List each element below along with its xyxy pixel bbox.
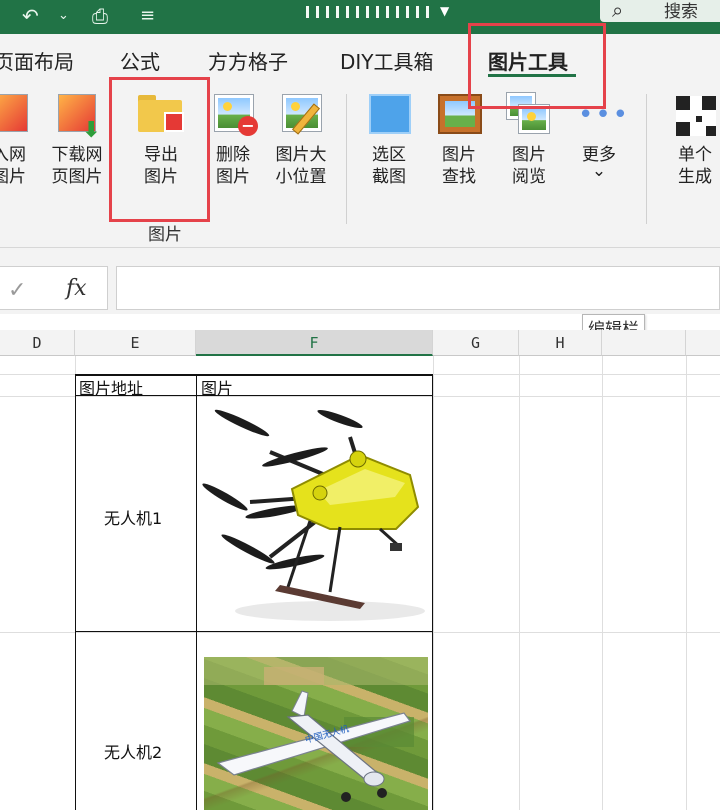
column-header-h[interactable]: H	[519, 330, 602, 356]
ribbon-group-label: 图片	[148, 225, 182, 245]
formula-bar	[0, 248, 720, 314]
column-header-j[interactable]	[686, 330, 720, 356]
column-header-d[interactable]: D	[0, 330, 75, 356]
undo-icon[interactable]: ↶	[22, 2, 39, 30]
insert-function-icon[interactable]: fx	[66, 276, 87, 301]
ribbon-separator	[646, 94, 647, 224]
highlight-picture-tools-tab	[468, 23, 606, 109]
grid-line	[433, 356, 434, 810]
search-box[interactable]: ⌕ 搜索	[600, 0, 720, 22]
drone-1-image[interactable]	[200, 397, 430, 627]
table-border	[75, 631, 433, 632]
column-header-f[interactable]: F	[196, 330, 433, 356]
print-preview-icon[interactable]: ⎙	[92, 2, 108, 30]
column-header-g[interactable]: G	[433, 330, 519, 356]
tab-diy-toolbox[interactable]: DIY工具箱	[340, 46, 434, 75]
button-label: 图片 阅览	[512, 145, 546, 187]
ribbon-tabs: 页面布局 公式 方方格子 DIY工具箱 图片工具	[0, 34, 720, 84]
chevron-down-icon[interactable]: ⌄	[58, 2, 69, 30]
table-border	[432, 374, 433, 810]
customize-toolbar-icon[interactable]: ≡	[140, 2, 155, 30]
qr-code-icon	[672, 92, 718, 138]
drone-2-image[interactable]: 中国无人机	[204, 657, 428, 810]
chevron-down-icon: ⌄	[591, 161, 607, 181]
download-picture-icon: ⬇	[54, 92, 100, 143]
column-header-i[interactable]	[602, 330, 686, 356]
generate-single-qr-button[interactable]: 单个 生成	[664, 92, 720, 188]
window-title	[306, 6, 436, 18]
header-cell-picture[interactable]: 图片	[201, 375, 233, 399]
ribbon-panel: 入网 图片 ⬇ 下载网 页图片 导出 图片 − 删除 图片 图片大 小位置 选区…	[0, 84, 720, 248]
grid-line	[519, 356, 520, 810]
button-label: 入网 图片	[0, 145, 26, 187]
button-label: 图片大 小位置	[275, 145, 327, 187]
download-web-pictures-button[interactable]: ⬇ 下载网 页图片	[46, 92, 108, 188]
table-border	[196, 374, 197, 810]
delete-picture-icon: −	[210, 92, 258, 138]
picture-size-position-button[interactable]: 图片大 小位置	[270, 92, 332, 188]
ribbon-separator	[346, 94, 347, 224]
button-label: 下载网 页图片	[51, 145, 103, 187]
title-chevron-icon[interactable]: ▼	[440, 4, 449, 18]
title-bar: ↶ ⌄ ⎙ ≡ ▼ ⌕ 搜索	[0, 0, 720, 34]
cell-drone-1[interactable]: 无人机1	[104, 505, 162, 529]
delete-picture-button[interactable]: − 删除 图片	[202, 92, 264, 188]
button-label: 选区 截图	[372, 145, 406, 187]
grid-line	[0, 632, 720, 633]
button-label: 图片 查找	[442, 145, 476, 187]
insert-web-picture-button[interactable]: 入网 图片	[0, 92, 40, 188]
table-border	[75, 374, 76, 810]
search-icon: ⌕	[612, 0, 624, 22]
button-label: 删除 图片	[216, 145, 250, 187]
highlight-export-button	[109, 77, 210, 222]
search-label: 搜索	[664, 2, 698, 22]
grid-line	[686, 356, 687, 810]
button-label: 单个 生成	[678, 145, 712, 187]
formula-input[interactable]	[116, 266, 720, 310]
web-picture-icon	[0, 92, 32, 138]
grid-line	[602, 356, 603, 810]
confirm-check-icon[interactable]: ✓	[8, 278, 26, 303]
yellow-drone-illustration	[202, 409, 425, 621]
picture-edit-icon	[278, 92, 324, 138]
tab-page-layout[interactable]: 页面布局	[0, 46, 74, 75]
cell-drone-2[interactable]: 无人机2	[104, 739, 162, 763]
column-header-e[interactable]: E	[75, 330, 196, 356]
tab-formulas[interactable]: 公式	[120, 46, 160, 75]
header-cell-address[interactable]: 图片地址	[79, 375, 143, 399]
fixed-wing-drone-illustration: 中国无人机	[204, 657, 428, 802]
screenshot-icon	[366, 92, 412, 138]
tab-fangfang-grid[interactable]: 方方格子	[208, 46, 288, 75]
selection-screenshot-button[interactable]: 选区 截图	[358, 92, 420, 188]
